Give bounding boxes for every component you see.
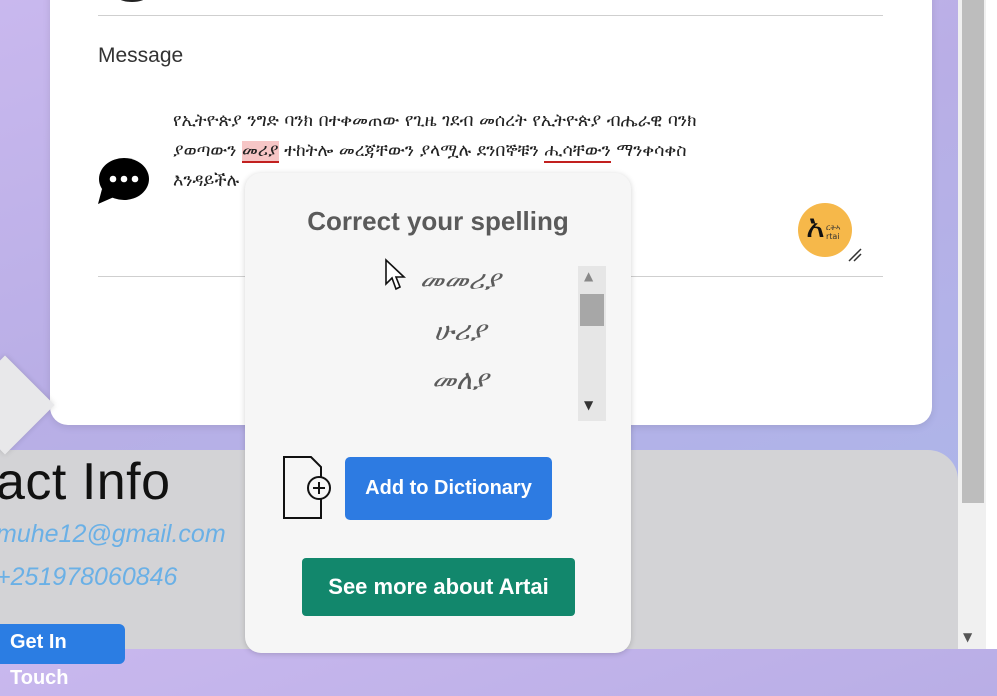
add-document-icon[interactable] <box>281 456 331 520</box>
logo-glyph: አ <box>806 207 825 245</box>
message-label: Message <box>98 44 184 67</box>
message-line: የኢትዮጵያ ንግድ ባንክ በተቀመጠው የጊዜ ገደብ መሰረት የኢትዮጵ… <box>173 106 843 136</box>
chat-bubble-icon <box>98 158 149 204</box>
popup-title: Correct your spelling <box>307 206 569 236</box>
misspelled-word-selected[interactable]: መሪያ <box>241 141 279 163</box>
see-more-button[interactable]: See more about Artai <box>302 558 575 616</box>
message-text-segment: እንዳይችሉ <box>173 171 240 191</box>
message-text-segment: ያወጣውን <box>173 141 242 161</box>
spelling-popup: Correct your spelling መመሪያ ሁሪያ መለያ ▲ ▼ A… <box>245 173 631 653</box>
mouse-cursor-icon <box>385 258 407 291</box>
logo-text: ርትኣ rtai <box>826 223 841 241</box>
contact-phone[interactable]: +251978060846 <box>0 563 177 592</box>
message-line: ያወጣውን መሪያ ተከትሎ መረጃቸውን ያላሟሉ ደንበኞቹን ሒሳቸውን … <box>173 136 843 166</box>
scroll-up-icon[interactable]: ▲ <box>584 269 593 283</box>
suggestion-item[interactable]: ሁሪያ <box>355 316 565 348</box>
message-text-segment: ተከትሎ መረጃቸውን ያላሟሉ ደንበኞቹን <box>278 141 545 161</box>
carousel-arrow[interactable] <box>0 355 55 455</box>
input-underline-top <box>98 15 883 16</box>
message-text-segment: የኢትዮጵያ ንግድ ባንክ በተቀመጠው የጊዜ ገደብ መሰረት የኢትዮጵ… <box>173 111 697 131</box>
suggestion-scrollbar-thumb[interactable] <box>580 294 604 326</box>
contact-title: act Info <box>0 453 171 511</box>
artai-logo-icon[interactable]: አ ርትኣ rtai <box>798 203 852 257</box>
window-edge <box>986 0 997 649</box>
add-to-dictionary-button[interactable]: Add to Dictionary <box>345 457 552 520</box>
contact-email[interactable]: muhe12@gmail.com <box>0 520 226 549</box>
page-scrollbar-thumb[interactable] <box>962 0 984 503</box>
scroll-down-icon[interactable]: ▼ <box>963 630 972 644</box>
misspelled-word[interactable]: ሒሳቸውን <box>544 141 611 163</box>
scroll-down-icon[interactable]: ▼ <box>584 398 593 412</box>
suggestion-item[interactable]: መለያ <box>355 365 565 397</box>
message-text-segment: ማንቀሳቀስ <box>610 141 687 161</box>
get-in-touch-button[interactable]: Get In Touch <box>0 624 125 689</box>
resize-handle-icon[interactable] <box>848 248 862 262</box>
